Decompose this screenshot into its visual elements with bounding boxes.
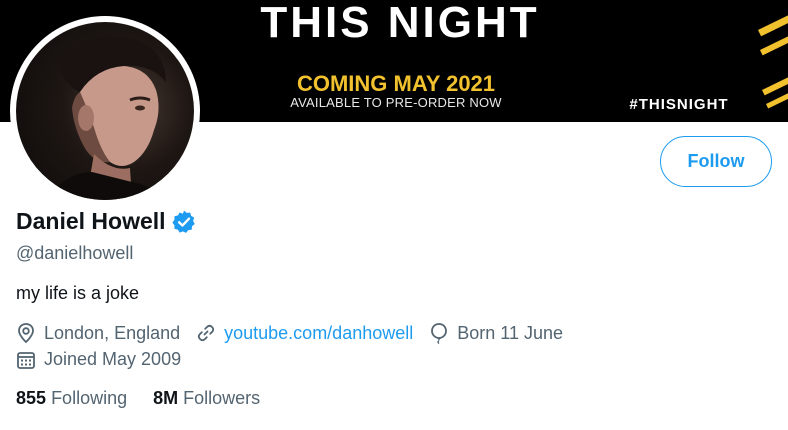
birthday-text: Born 11 June (457, 322, 563, 343)
profile-joined-row: Joined May 2009 (16, 349, 197, 370)
following-label: Following (51, 388, 128, 408)
profile-handle: @danielhowell (16, 243, 134, 263)
avatar-portrait (46, 36, 166, 200)
profile-stats: 855 Following 8M Followers (16, 388, 286, 409)
location-item: London, England (16, 322, 180, 344)
profile-name: Daniel Howell (16, 208, 166, 234)
follow-button[interactable]: Follow (660, 136, 772, 187)
followers-count: 8M (153, 388, 179, 408)
following-stat[interactable]: 855 Following (16, 388, 127, 409)
balloon-icon (431, 323, 448, 344)
location-pin-icon (18, 323, 34, 344)
banner-stripe (766, 90, 788, 109)
verified-badge-icon (171, 209, 197, 235)
link-icon (197, 324, 215, 342)
banner-stripe (762, 75, 788, 96)
followers-label: Followers (183, 388, 261, 408)
followers-stat[interactable]: 8M Followers (153, 388, 260, 409)
calendar-icon (17, 351, 35, 369)
profile-name-row: Daniel Howell (16, 208, 197, 235)
location-text: London, England (44, 322, 181, 343)
banner-subtitle: COMING MAY 2021 (296, 71, 496, 96)
following-count: 855 (16, 388, 47, 408)
joined-item: Joined May 2009 (16, 349, 181, 370)
profile-meta-row: London, England youtube.com/danhowell Bo… (16, 322, 579, 344)
joined-text: Joined May 2009 (44, 349, 182, 369)
profile-bio: my life is a joke (16, 283, 140, 303)
banner-hashtag: #THISNIGHT (629, 96, 729, 113)
avatar[interactable] (16, 22, 194, 200)
website-link[interactable]: youtube.com/danhowell (224, 323, 413, 344)
banner-preorder-text: AVAILABLE TO PRE-ORDER NOW (290, 95, 502, 110)
birthday-item: Born 11 June (429, 322, 563, 344)
website-item[interactable]: youtube.com/danhowell (196, 323, 413, 344)
